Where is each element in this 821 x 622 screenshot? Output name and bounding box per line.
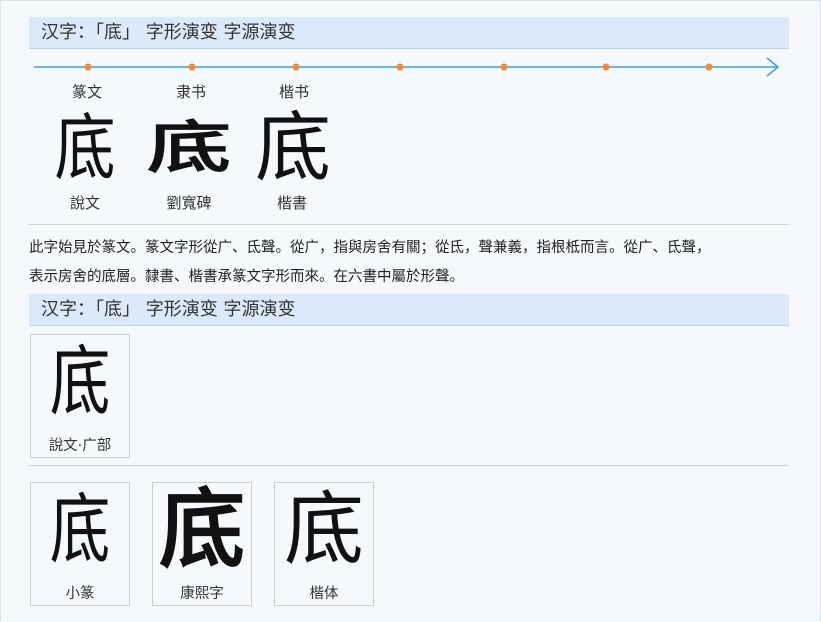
evolution-glyph-seal: 底 [54, 106, 116, 190]
section-heading-text: 汉字：「底」 字形演变 字源演变 [41, 22, 296, 43]
description-line: 此字始見於篆文。篆文字形從广、氐聲。從广，指與房舍有關；從氐，聲兼義，指根柢而言… [29, 240, 711, 256]
era-label-seal: 篆文 [71, 83, 102, 101]
timeline-dot [500, 63, 508, 71]
evolution-source-label: 劉寬碑 [166, 194, 212, 212]
glyph-card-kangxi[interactable]: 底 康熙字 [152, 482, 252, 606]
description-paragraph: 此字始見於篆文。篆文字形從广、氐聲。從广，指與房舍有關；從氐，聲兼義，指根柢而言… [29, 234, 789, 292]
glyph-card-shuowen[interactable]: 底 說文·广部 [30, 334, 130, 458]
divider [29, 224, 789, 225]
timeline-dot [84, 63, 92, 71]
evolution-glyph-clerical: 底 [147, 114, 231, 181]
divider [29, 465, 789, 466]
section-heading-evolution: 汉字：「底」 字形演变 字源演变 [29, 17, 789, 49]
timeline-dot [705, 63, 713, 71]
card-caption: 楷体 [309, 586, 339, 602]
glyph-card-small-seal[interactable]: 底 小篆 [30, 482, 130, 606]
era-label-clerical: 隶书 [175, 83, 206, 101]
evolution-source-label: 說文 [69, 194, 100, 212]
timeline-dot [292, 63, 300, 71]
section-heading-text: 汉字：「底」 字形演变 字源演变 [41, 299, 296, 320]
card-caption: 說文·广部 [48, 438, 112, 454]
era-timeline [34, 57, 780, 77]
section-heading-source: 汉字：「底」 字形演变 字源演变 [29, 294, 789, 326]
era-label-regular: 楷书 [278, 83, 309, 101]
timeline-dot [396, 63, 404, 71]
evolution-source-label: 楷書 [276, 194, 307, 212]
glyph-card-kaiti[interactable]: 底 楷体 [274, 482, 374, 606]
evolution-glyph-regular: 底 [255, 103, 331, 192]
card-caption: 康熙字 [180, 586, 224, 602]
card-caption: 小篆 [65, 586, 95, 602]
description-line: 表示房舍的底層。隸書、楷書承篆文字形而來。在六書中屬於形聲。 [29, 269, 464, 285]
timeline-dot [602, 63, 610, 71]
card-glyph: 底 [49, 485, 111, 574]
card-glyph: 底 [159, 479, 245, 580]
card-glyph: 底 [49, 337, 111, 426]
timeline-dot [188, 63, 196, 71]
card-glyph: 底 [284, 483, 364, 576]
